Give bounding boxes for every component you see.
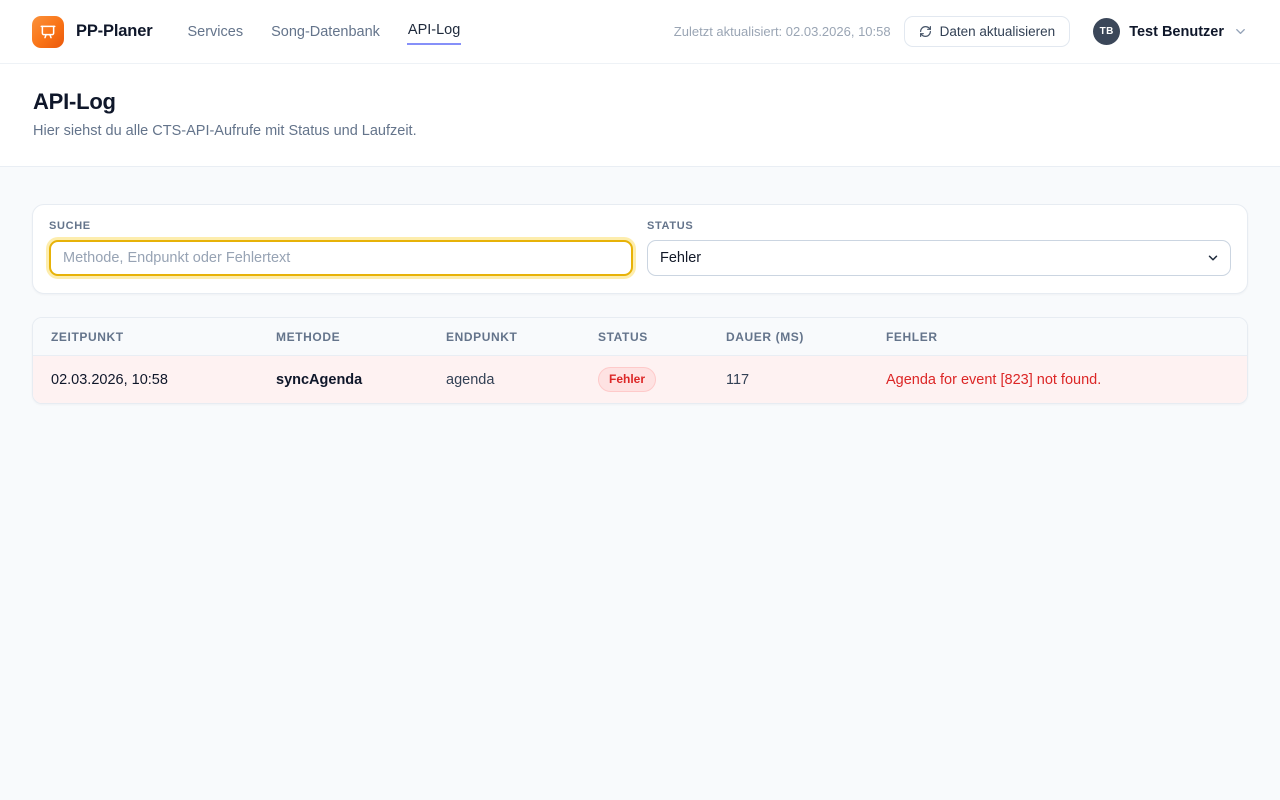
refresh-icon — [919, 25, 932, 38]
page-header: API-Log Hier siehst du alle CTS-API-Aufr… — [0, 64, 1280, 167]
column-header-endpunkt: ENDPUNKT — [446, 330, 598, 344]
app-logo-icon — [32, 16, 64, 48]
status-label: STATUS — [647, 220, 1231, 232]
column-header-dauer: DAUER (MS) — [726, 330, 886, 344]
nav-item-services[interactable]: Services — [186, 20, 244, 44]
column-header-status: STATUS — [598, 330, 726, 344]
page-title: API-Log — [33, 89, 1247, 115]
nav-item-api-log[interactable]: API-Log — [407, 18, 461, 45]
table-row: 02.03.2026, 10:58 syncAgenda agenda Fehl… — [33, 356, 1247, 403]
topbar: PP-Planer Services Song-Datenbank API-Lo… — [0, 0, 1280, 64]
status-badge: Fehler — [598, 367, 656, 391]
cell-status: Fehler — [598, 367, 726, 391]
topbar-right: Zuletzt aktualisiert: 02.03.2026, 10:58 … — [674, 16, 1248, 47]
column-header-methode: METHODE — [276, 330, 446, 344]
search-input[interactable] — [49, 240, 633, 276]
chevron-down-icon — [1233, 24, 1248, 39]
cell-zeitpunkt: 02.03.2026, 10:58 — [51, 372, 276, 388]
user-name: Test Benutzer — [1129, 24, 1224, 40]
main-content: SUCHE STATUS Fehler ZEITPUNKT METHODE EN… — [0, 167, 1280, 444]
api-log-table: ZEITPUNKT METHODE ENDPUNKT STATUS DAUER … — [32, 317, 1248, 404]
page-subtitle: Hier siehst du alle CTS-API-Aufrufe mit … — [33, 123, 1247, 139]
cell-methode: syncAgenda — [276, 372, 446, 388]
cell-fehler: Agenda for event [823] not found. — [886, 372, 1229, 388]
main-nav: Services Song-Datenbank API-Log — [186, 18, 461, 45]
brand-link[interactable]: PP-Planer — [32, 16, 152, 48]
refresh-button-label: Daten aktualisieren — [940, 24, 1056, 39]
table-header-row: ZEITPUNKT METHODE ENDPUNKT STATUS DAUER … — [33, 318, 1247, 356]
brand-name: PP-Planer — [76, 22, 152, 41]
last-updated-text: Zuletzt aktualisiert: 02.03.2026, 10:58 — [674, 24, 891, 39]
cell-endpunkt: agenda — [446, 372, 598, 388]
avatar: TB — [1093, 18, 1120, 45]
user-menu[interactable]: TB Test Benutzer — [1093, 18, 1248, 45]
column-header-zeitpunkt: ZEITPUNKT — [51, 330, 276, 344]
filter-panel: SUCHE STATUS Fehler — [32, 204, 1248, 294]
search-label: SUCHE — [49, 220, 633, 232]
nav-item-song-datenbank[interactable]: Song-Datenbank — [270, 20, 381, 44]
status-select[interactable]: Fehler — [647, 240, 1231, 276]
cell-dauer: 117 — [726, 372, 886, 388]
search-field-group: SUCHE — [49, 220, 633, 276]
column-header-fehler: FEHLER — [886, 330, 1229, 344]
status-select-wrap: Fehler — [647, 240, 1231, 276]
refresh-data-button[interactable]: Daten aktualisieren — [904, 16, 1071, 47]
status-field-group: STATUS Fehler — [647, 220, 1231, 276]
